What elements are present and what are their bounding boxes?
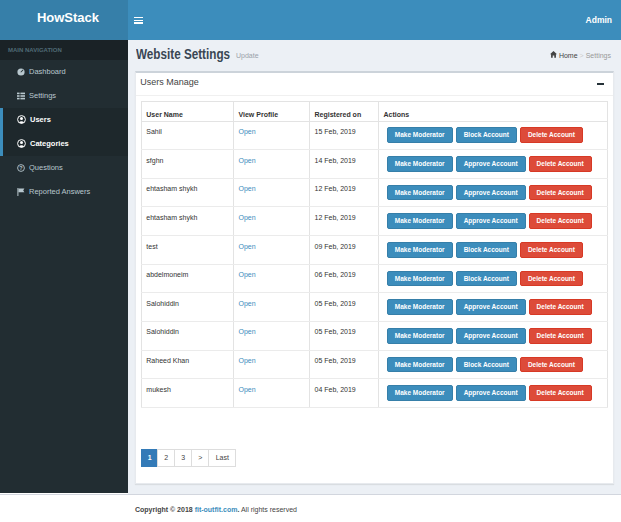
svg-text:?: ? [19, 165, 23, 171]
